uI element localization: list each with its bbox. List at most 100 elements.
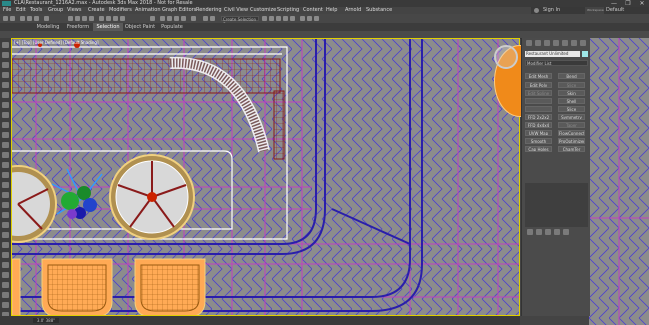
layer-explorer-icon[interactable] <box>262 16 267 21</box>
menu-group[interactable]: Group <box>48 7 63 14</box>
modifier-button[interactable]: Shell <box>558 98 585 104</box>
tab-populate[interactable]: Populate <box>157 23 187 31</box>
placement-icon[interactable] <box>120 16 125 21</box>
move-icon[interactable] <box>99 16 104 21</box>
hierarchy-tab-icon[interactable] <box>544 40 550 46</box>
pin-stack-icon[interactable] <box>527 229 533 235</box>
shapes-icon[interactable] <box>2 62 9 68</box>
expand-icon[interactable] <box>580 40 586 46</box>
layout-icon[interactable] <box>2 272 9 278</box>
viewport-label[interactable]: [+] [Top] [User Defined] [Default Shadin… <box>14 40 99 45</box>
menu-help[interactable]: Help <box>326 7 337 14</box>
menu-customize[interactable]: Customize <box>250 7 276 14</box>
render-setup-icon[interactable] <box>300 16 305 21</box>
menu-edit[interactable]: Edit <box>16 7 26 14</box>
motion-tab-icon[interactable] <box>553 40 559 46</box>
layout-icon[interactable] <box>2 132 9 138</box>
object-name-field[interactable]: Restaurant Unlimited <box>525 51 580 57</box>
configure-sets-icon[interactable] <box>563 229 569 235</box>
modifier-button[interactable]: Edit Spline <box>525 90 552 96</box>
display-tab-icon[interactable] <box>562 40 568 46</box>
modifier-button[interactable]: Edit Mesh <box>525 73 552 79</box>
percent-snap-icon[interactable] <box>174 16 179 21</box>
viewcube[interactable] <box>494 45 518 69</box>
menu-file[interactable]: File <box>3 7 11 14</box>
menu-views[interactable]: Views <box>67 7 81 14</box>
spacewarps-icon[interactable] <box>2 102 9 108</box>
layout-icon[interactable] <box>2 202 9 208</box>
utilities-tab-icon[interactable] <box>571 40 577 46</box>
mirror-icon[interactable] <box>203 16 208 21</box>
menu-scripting[interactable]: Scripting <box>277 7 299 14</box>
layout-icon[interactable] <box>2 212 9 218</box>
edit-named-selection-icon[interactable] <box>191 16 196 21</box>
layout-icon[interactable] <box>2 282 9 288</box>
make-unique-icon[interactable] <box>545 229 551 235</box>
maximize-icon[interactable]: ❐ <box>621 0 635 7</box>
workspace-dropdown[interactable]: Default <box>604 7 649 14</box>
menu-substance[interactable]: Substance <box>366 7 392 14</box>
modifier-button[interactable]: Symmetry <box>558 114 585 120</box>
modifier-button[interactable]: Taper <box>558 122 585 128</box>
menu-create[interactable]: Create <box>88 7 105 14</box>
show-end-result-icon[interactable] <box>536 229 542 235</box>
menu-modifiers[interactable]: Modifiers <box>109 7 132 14</box>
create-tab-icon[interactable] <box>526 40 532 46</box>
tab-freeform[interactable]: Freeform <box>63 23 93 31</box>
layout-icon[interactable] <box>2 172 9 178</box>
layout-icon[interactable] <box>2 302 9 308</box>
angle-snap-icon[interactable] <box>167 16 172 21</box>
render-icon[interactable] <box>314 16 319 21</box>
rendered-frame-icon[interactable] <box>307 16 312 21</box>
unlink-icon[interactable] <box>27 16 32 21</box>
modifier-button[interactable]: FFD 2x2x2 <box>525 114 552 120</box>
menu-tools[interactable]: Tools <box>30 7 42 14</box>
bind-space-warp-icon[interactable] <box>34 16 39 21</box>
layout-icon[interactable] <box>2 222 9 228</box>
modifier-button[interactable]: Skin <box>558 90 585 96</box>
object-color-swatch[interactable] <box>582 51 588 57</box>
selection-filter-icon[interactable] <box>44 16 49 21</box>
rectangular-selection-icon[interactable] <box>82 16 87 21</box>
layout-icon[interactable] <box>2 232 9 238</box>
layout-icon[interactable] <box>2 162 9 168</box>
coordinate-readout[interactable]: 3.0' 388" <box>33 318 59 323</box>
menu-civil-view[interactable]: Civil View <box>224 7 248 14</box>
modify-tab-icon[interactable] <box>535 40 541 46</box>
menu-content[interactable]: Content <box>303 7 323 14</box>
modifier-stack[interactable] <box>525 183 588 227</box>
layout-icon[interactable] <box>2 262 9 268</box>
curve-editor-icon[interactable] <box>276 16 281 21</box>
link-icon[interactable] <box>20 16 25 21</box>
undo-icon[interactable] <box>3 16 8 21</box>
snap-toggle-icon[interactable] <box>160 16 165 21</box>
modifier-button[interactable]: UVW Map <box>525 130 552 136</box>
geometry-icon[interactable] <box>2 52 9 58</box>
align-icon[interactable] <box>210 16 215 21</box>
tab-modeling[interactable]: Modeling <box>33 23 63 31</box>
modifier-button[interactable]: FlowConnector <box>558 130 585 136</box>
layout-icon[interactable] <box>2 252 9 258</box>
lights-icon[interactable] <box>2 72 9 78</box>
modifier-button[interactable]: ChamTer <box>558 146 585 152</box>
viewport-top[interactable]: [+] [Top] [User Defined] [Default Shadin… <box>11 38 520 316</box>
spinner-snap-icon[interactable] <box>181 16 186 21</box>
minimize-icon[interactable]: — <box>607 0 621 7</box>
window-crossing-icon[interactable] <box>89 16 94 21</box>
layout-icon[interactable] <box>2 182 9 188</box>
modifier-button[interactable]: Slice <box>558 106 585 112</box>
sign-in-button[interactable]: Sign In <box>531 7 585 14</box>
modifier-button[interactable]: FFD 4x4x4 <box>525 122 552 128</box>
rotate-icon[interactable] <box>106 16 111 21</box>
modifier-button[interactable] <box>525 106 552 112</box>
layout-icon[interactable] <box>2 142 9 148</box>
pivot-icon[interactable] <box>150 16 155 21</box>
cameras-icon[interactable] <box>2 82 9 88</box>
modifier-button[interactable]: Slice <box>558 82 585 88</box>
remove-modifier-icon[interactable] <box>554 229 560 235</box>
tab-object-paint[interactable]: Object Paint <box>123 23 157 31</box>
modifier-button[interactable]: Bend <box>558 73 585 79</box>
modifier-button[interactable]: Smooth <box>525 138 552 144</box>
select-by-name-icon[interactable] <box>75 16 80 21</box>
tab-selection[interactable]: Selection <box>93 23 123 31</box>
